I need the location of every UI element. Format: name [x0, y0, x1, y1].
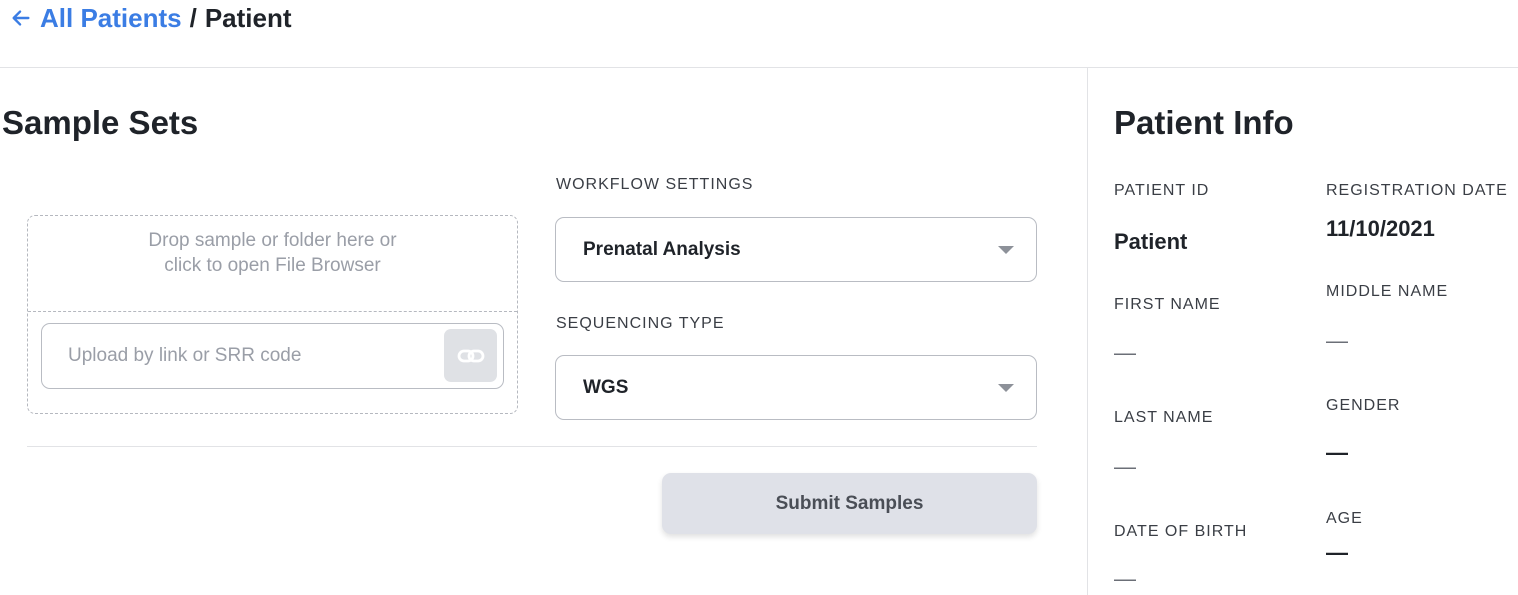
header-divider [0, 67, 1518, 68]
breadcrumb-separator: / [189, 2, 197, 33]
chevron-down-icon [998, 246, 1014, 254]
sample-sets-title: Sample Sets [2, 104, 199, 141]
date-of-birth-value: — [1114, 566, 1136, 591]
sequencing-type-select[interactable]: WGS [555, 355, 1037, 420]
dropzone-text[interactable]: Drop sample or folder here or click to o… [28, 228, 517, 278]
registration-date-value: 11/10/2021 [1326, 216, 1435, 241]
gender-label: GENDER [1326, 397, 1401, 414]
arrow-left-icon [12, 10, 30, 26]
last-name-value: — [1114, 454, 1136, 479]
submit-samples-button[interactable]: Submit Samples [662, 473, 1037, 534]
sample-dropzone[interactable]: Drop sample or folder here or click to o… [27, 215, 518, 414]
back-link-label[interactable]: All Patients [40, 3, 182, 34]
patient-id-value: Patient [1114, 229, 1188, 254]
age-label: AGE [1326, 510, 1363, 527]
sequencing-type-value: WGS [583, 376, 629, 398]
workflow-settings-value: Prenatal Analysis [583, 238, 741, 260]
patient-info-title: Patient Info [1114, 104, 1294, 141]
date-of-birth-label: DATE OF BIRTH [1114, 523, 1248, 540]
registration-date-label: REGISTRATION DATE [1326, 182, 1508, 199]
middle-name-label: MIDDLE NAME [1326, 283, 1449, 300]
panel-divider [1087, 68, 1088, 595]
workflow-settings-label: WORKFLOW SETTINGS [556, 176, 754, 193]
breadcrumb: All Patients / Patient [10, 2, 292, 34]
gender-value: — [1326, 440, 1348, 465]
link-upload-field [41, 323, 504, 389]
upload-link-button[interactable] [444, 329, 497, 382]
form-divider [27, 446, 1037, 447]
link-upload-input[interactable] [42, 324, 442, 388]
sequencing-type-label: SEQUENCING TYPE [556, 315, 725, 332]
last-name-label: LAST NAME [1114, 409, 1214, 426]
age-value: — [1326, 540, 1348, 565]
first-name-value: — [1114, 340, 1136, 365]
back-to-all-patients-link[interactable]: All Patients [10, 3, 182, 34]
dropzone-divider [28, 311, 517, 312]
patient-id-label: PATIENT ID [1114, 182, 1210, 199]
first-name-label: FIRST NAME [1114, 296, 1221, 313]
middle-name-value: — [1326, 328, 1348, 353]
chevron-down-icon [998, 384, 1014, 392]
link-icon [457, 349, 484, 362]
workflow-settings-select[interactable]: Prenatal Analysis [555, 217, 1037, 282]
breadcrumb-current: Patient [204, 2, 292, 33]
